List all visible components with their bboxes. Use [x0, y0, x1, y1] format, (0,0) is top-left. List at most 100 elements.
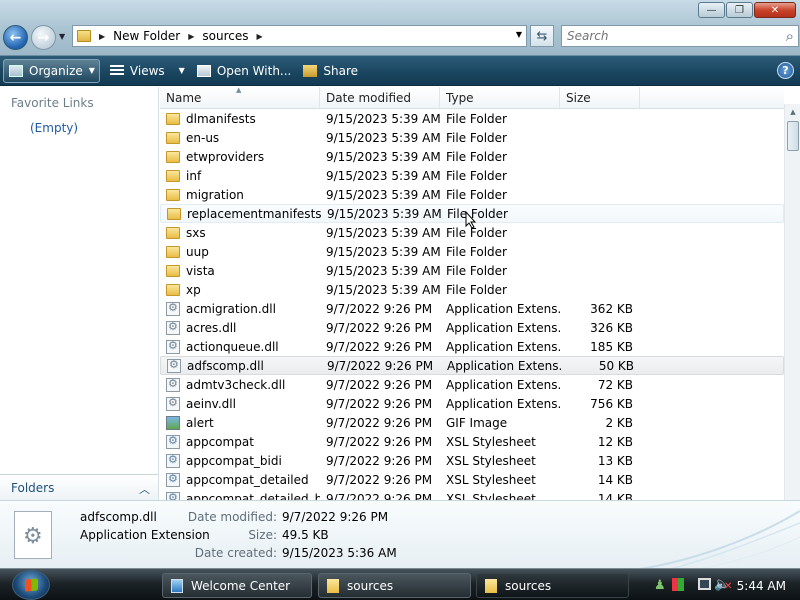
file-row[interactable]: etwproviders 9/15/2023 5:39 AM File Folder	[160, 147, 784, 166]
file-row[interactable]: aeinv.dll 9/7/2022 9:26 PM Application Ext…	[160, 394, 784, 413]
file-name-cell[interactable]: acmigration.dll	[160, 301, 320, 316]
file-name-cell[interactable]: replacementmanifests	[161, 207, 321, 221]
file-name[interactable]: acmigration.dll	[186, 302, 276, 316]
file-name-cell[interactable]: appcompat_bidi	[160, 453, 320, 468]
file-name-cell[interactable]: vista	[160, 264, 320, 278]
file-name-cell[interactable]: en-us	[160, 131, 320, 145]
file-name-cell[interactable]: migration	[160, 188, 320, 202]
file-row[interactable]: alert 9/7/2022 9:26 PM GIF Image 2 KB	[160, 413, 784, 432]
file-name[interactable]: actionqueue.dll	[186, 340, 279, 354]
back-button[interactable]: ←	[3, 25, 28, 50]
security-icon[interactable]	[672, 578, 684, 591]
vertical-scrollbar[interactable]: ▲	[784, 104, 800, 500]
column-header-name[interactable]: ▲ Name	[160, 87, 320, 109]
column-header-size[interactable]: Size	[560, 87, 640, 109]
file-row[interactable]: migration 9/15/2023 5:39 AM File Folder	[160, 185, 784, 204]
taskbar-item-welcome-center[interactable]: Welcome Center	[162, 573, 312, 598]
chevron-up-icon[interactable]: ︿	[139, 481, 150, 497]
file-name[interactable]: migration	[186, 188, 244, 202]
forward-button[interactable]: →	[31, 25, 56, 50]
column-header-date[interactable]: Date modified	[320, 87, 440, 109]
file-name-cell[interactable]: appcompat	[160, 434, 320, 449]
file-name-cell[interactable]: admtv3check.dll	[160, 377, 320, 392]
file-row[interactable]: appcompat_detailed_b... 9/7/2022 9:26 PM X…	[160, 489, 784, 500]
file-name[interactable]: adfscomp.dll	[187, 359, 264, 373]
users-icon[interactable]: ♟	[654, 578, 666, 593]
minimize-button[interactable]: —	[698, 2, 725, 18]
file-name[interactable]: etwproviders	[186, 150, 264, 164]
folders-toggle[interactable]: Folders ︿	[0, 474, 158, 500]
file-row[interactable]: xp 9/15/2023 5:39 AM File Folder	[160, 280, 784, 299]
file-row[interactable]: dlmanifests 9/15/2023 5:39 AM File Folder	[160, 109, 784, 128]
search-box[interactable]: ⌕	[561, 25, 799, 47]
file-row[interactable]: adfscomp.dll 9/7/2022 9:26 PM Application …	[160, 356, 784, 375]
breadcrumb-separator-icon[interactable]: ▶	[257, 32, 263, 41]
file-name-cell[interactable]: adfscomp.dll	[161, 358, 321, 373]
file-row[interactable]: appcompat 9/7/2022 9:26 PM XSL Stylesheet 1…	[160, 432, 784, 451]
network-icon[interactable]	[698, 578, 711, 590]
breadcrumb-separator-icon[interactable]: ▶	[99, 32, 105, 41]
refresh-button[interactable]: ⇆	[530, 25, 554, 47]
file-name[interactable]: vista	[186, 264, 215, 278]
taskbar-clock[interactable]: 5:44 AM	[737, 579, 786, 593]
taskbar-item-sources-active[interactable]: sources	[476, 573, 629, 598]
search-input[interactable]	[567, 29, 757, 43]
file-name[interactable]: uup	[186, 245, 209, 259]
scroll-up-icon[interactable]: ▲	[785, 104, 800, 120]
file-name[interactable]: en-us	[186, 131, 219, 145]
share-button[interactable]: Share	[297, 59, 364, 83]
file-name[interactable]: alert	[186, 416, 214, 430]
views-button[interactable]: Views ▼	[104, 59, 191, 83]
address-bar[interactable]: ▶ New Folder ▶ sources ▶ ▼	[72, 25, 527, 47]
file-name[interactable]: appcompat_detailed_b...	[186, 492, 320, 501]
file-name-cell[interactable]: etwproviders	[160, 150, 320, 164]
file-row[interactable]: vista 9/15/2023 5:39 AM File Folder	[160, 261, 784, 280]
file-name-cell[interactable]: sxs	[160, 226, 320, 240]
file-row[interactable]: appcompat_bidi 9/7/2022 9:26 PM XSL Styles…	[160, 451, 784, 470]
file-name[interactable]: replacementmanifests	[187, 207, 321, 221]
maximize-button[interactable]: ❐	[726, 2, 753, 18]
file-name-cell[interactable]: actionqueue.dll	[160, 339, 320, 354]
address-dropdown-icon[interactable]: ▼	[516, 30, 522, 39]
file-name[interactable]: xp	[186, 283, 201, 297]
file-name[interactable]: acres.dll	[186, 321, 236, 335]
file-name[interactable]: sxs	[186, 226, 206, 240]
file-row[interactable]: admtv3check.dll 9/7/2022 9:26 PM Applicati…	[160, 375, 784, 394]
taskbar-item-sources[interactable]: sources	[318, 573, 471, 598]
start-button[interactable]	[12, 570, 50, 600]
recent-pages-dropdown[interactable]: ▼	[59, 32, 65, 41]
file-name[interactable]: dlmanifests	[186, 112, 256, 126]
file-row[interactable]: appcompat_detailed 9/7/2022 9:26 PM XSL St…	[160, 470, 784, 489]
file-name-cell[interactable]: appcompat_detailed	[160, 472, 320, 487]
file-row[interactable]: en-us 9/15/2023 5:39 AM File Folder	[160, 128, 784, 147]
close-button[interactable]: ✕	[754, 2, 796, 18]
file-name-cell[interactable]: dlmanifests	[160, 112, 320, 126]
scrollbar-thumb[interactable]	[787, 121, 799, 151]
search-icon[interactable]: ⌕	[786, 27, 794, 45]
file-row[interactable]: inf 9/15/2023 5:39 AM File Folder	[160, 166, 784, 185]
help-button[interactable]: ?	[777, 62, 794, 79]
chevron-down-icon[interactable]: ▼	[179, 66, 185, 75]
file-name-cell[interactable]: appcompat_detailed_b...	[160, 491, 320, 501]
file-name[interactable]: admtv3check.dll	[186, 378, 285, 392]
file-row[interactable]: actionqueue.dll 9/7/2022 9:26 PM Applicati…	[160, 337, 784, 356]
file-name[interactable]: aeinv.dll	[186, 397, 236, 411]
file-row[interactable]: acmigration.dll 9/7/2022 9:26 PM Applicati…	[160, 299, 784, 318]
file-row[interactable]: acres.dll 9/7/2022 9:26 PM Application Ext…	[160, 318, 784, 337]
breadcrumb-separator-icon[interactable]: ▶	[188, 32, 194, 41]
file-name-cell[interactable]: inf	[160, 169, 320, 183]
file-name-cell[interactable]: uup	[160, 245, 320, 259]
open-with-button[interactable]: Open With...	[191, 59, 298, 83]
file-row[interactable]: uup 9/15/2023 5:39 AM File Folder	[160, 242, 784, 261]
breadcrumb-sources[interactable]: sources	[202, 29, 248, 43]
file-name[interactable]: appcompat_bidi	[186, 454, 282, 468]
file-name[interactable]: appcompat_detailed	[186, 473, 309, 487]
file-name-cell[interactable]: acres.dll	[160, 320, 320, 335]
column-header-type[interactable]: Type	[440, 87, 560, 109]
file-name-cell[interactable]: aeinv.dll	[160, 396, 320, 411]
file-name[interactable]: inf	[186, 169, 201, 183]
organize-button[interactable]: Organize ▼	[3, 58, 100, 83]
file-name-cell[interactable]: xp	[160, 283, 320, 297]
file-name-cell[interactable]: alert	[160, 415, 320, 430]
breadcrumb-new-folder[interactable]: New Folder	[113, 29, 180, 43]
